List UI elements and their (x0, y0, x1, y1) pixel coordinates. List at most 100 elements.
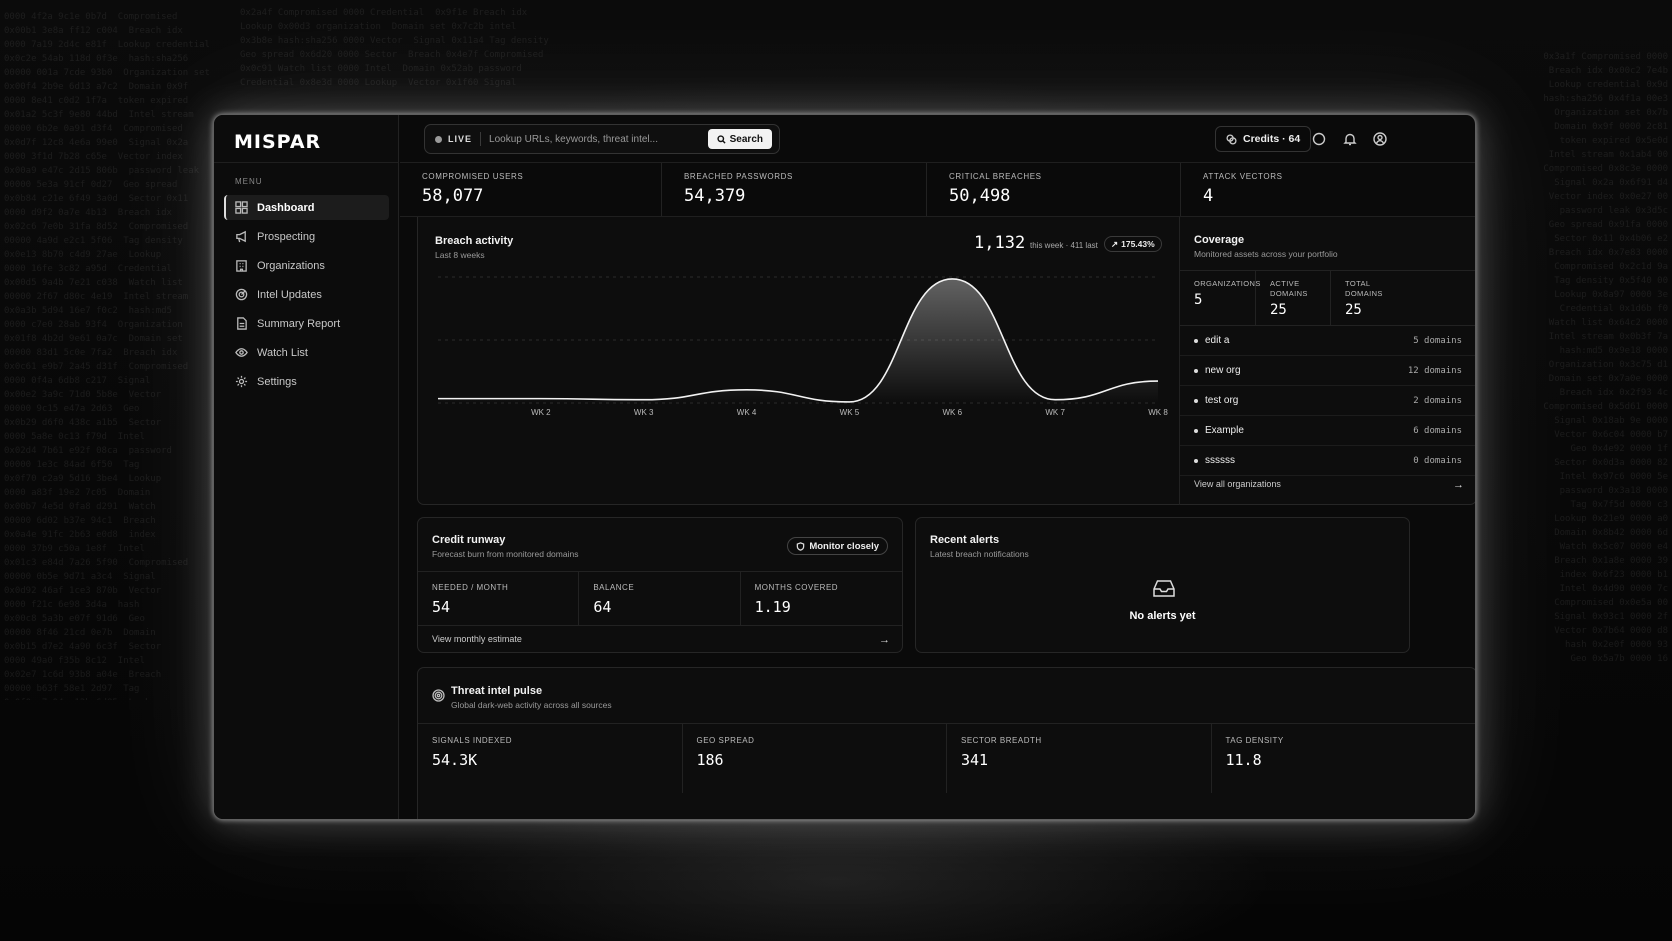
credit-runway-card: Credit runway Forecast burn from monitor… (417, 517, 903, 653)
bullet-icon (1194, 428, 1198, 433)
org-name: test org (1194, 395, 1238, 406)
sidebar-item-watch-list[interactable]: Watch List (224, 340, 389, 365)
credit-runway-title: Credit runway (432, 534, 506, 546)
metric-value: 1.19 (754, 598, 791, 616)
sidebar-item-organizations[interactable]: Organizations (224, 253, 389, 278)
coverage-header: Coverage Monitored assets across your po… (1194, 234, 1338, 259)
org-row[interactable]: test org 2 domains (1180, 386, 1475, 416)
org-row[interactable]: new org 12 domains (1180, 356, 1475, 386)
logo-divider (214, 162, 398, 163)
coverage-subtitle: Monitored assets across your portfolio (1194, 249, 1338, 259)
search-button[interactable]: Search (707, 129, 772, 149)
search-button-label: Search (729, 133, 763, 145)
coins-icon (1226, 133, 1237, 145)
sidebar-item-label: Dashboard (257, 201, 315, 214)
metric-value: 186 (696, 751, 724, 769)
sidebar-item-settings[interactable]: Settings (224, 369, 389, 394)
metric-label: NEEDED / MONTH (432, 583, 509, 592)
organization-list: edit a 5 domains new org 12 domains test… (1180, 326, 1475, 476)
org-domain-count: 5 domains (1413, 335, 1462, 346)
sidebar-item-summary-report[interactable]: Summary Report (224, 311, 389, 336)
org-name: new org (1194, 365, 1241, 376)
coverage-metric-active-domains: ACTIVE DOMAINS 25 (1256, 271, 1331, 325)
inbox-icon (1152, 578, 1176, 598)
monthly-estimate-label: View monthly estimate (432, 634, 522, 644)
app-logo[interactable]: MISPAR (234, 131, 321, 153)
sidebar-item-label: Summary Report (257, 317, 341, 330)
coverage-panel: Coverage Monitored assets across your po… (1180, 217, 1475, 505)
threat-pulse-subtitle: Global dark-web activity across all sour… (451, 700, 612, 710)
credits-button[interactable]: Credits · 64 (1215, 126, 1312, 152)
grid-icon (234, 201, 248, 215)
view-all-organizations-link[interactable]: View all organizations → (1194, 479, 1464, 491)
bullet-icon (1194, 458, 1198, 463)
stat-value: 4 (1203, 186, 1214, 206)
metric-label: GEO SPREAD (696, 736, 755, 745)
breach-chart-panel: Breach activity Last 8 weeks 1,132 this … (418, 217, 1180, 505)
coverage-metric-label: TOTAL DOMAINS (1345, 279, 1383, 298)
org-row[interactable]: ssssss 0 domains (1180, 446, 1475, 476)
org-name-text: edit a (1205, 335, 1230, 346)
stat-label: COMPROMISED USERS (422, 172, 524, 181)
search-bar: LIVE Search (424, 124, 780, 154)
x-tick-label: WK 6 (943, 408, 963, 417)
metric-value: 11.8 (1225, 751, 1262, 769)
background-scene: 0000 4f2a 9c1e 0b7d Compromised 0x00b1 3… (0, 0, 1672, 941)
coverage-metrics: ORGANIZATIONS 5 ACTIVE DOMAINS 25 TOTAL … (1180, 270, 1475, 326)
stat-label: CRITICAL BREACHES (949, 172, 1042, 181)
metric-tag-density: TAG DENSITY 11.8 (1212, 724, 1476, 793)
metric-value: 64 (593, 598, 612, 616)
org-name-text: Example (1205, 425, 1244, 436)
sidebar-item-dashboard[interactable]: Dashboard (224, 195, 389, 220)
recent-alerts-title: Recent alerts (930, 534, 1000, 546)
org-name-text: ssssss (1205, 455, 1235, 466)
bullet-icon (1194, 368, 1198, 373)
stat-value: 54,379 (684, 186, 746, 206)
x-tick-label: WK 4 (737, 408, 757, 417)
stats-row: COMPROMISED USERS 58,077 BREACHED PASSWO… (400, 163, 1475, 217)
sidebar-item-intel-updates[interactable]: Intel Updates (224, 282, 389, 307)
shield-icon (797, 541, 805, 551)
status-circle-icon[interactable] (1309, 129, 1329, 149)
metric-signals-indexed: SIGNALS INDEXED 54.3K (418, 724, 683, 793)
view-monthly-estimate-link[interactable]: View monthly estimate → (432, 634, 890, 646)
org-name: ssssss (1194, 455, 1235, 466)
bell-icon[interactable] (1340, 129, 1360, 149)
x-tick-label: WK 2 (531, 408, 551, 417)
x-tick-label: WK 7 (1045, 408, 1065, 417)
live-indicator-dot (435, 135, 442, 143)
threat-intel-pulse-card: Threat intel pulse Global dark-web activ… (417, 667, 1476, 819)
coverage-metric-label: ORGANIZATIONS (1194, 279, 1261, 288)
org-domain-count: 0 domains (1413, 455, 1462, 466)
stat-breached-passwords: BREACHED PASSWORDS 54,379 (662, 163, 927, 216)
x-tick-label: WK 3 (634, 408, 654, 417)
sidebar-item-prospecting[interactable]: Prospecting (224, 224, 389, 249)
search-input[interactable] (489, 133, 705, 145)
org-domain-count: 12 domains (1407, 365, 1462, 376)
stat-value: 50,498 (949, 186, 1011, 206)
view-all-label: View all organizations (1194, 479, 1281, 489)
gear-icon (234, 375, 248, 389)
sidebar-item-label: Prospecting (257, 230, 316, 243)
stat-critical-breaches: CRITICAL BREACHES 50,498 (927, 163, 1181, 216)
breach-activity-card: Breach activity Last 8 weeks 1,132 this … (417, 217, 1475, 505)
metric-label: BALANCE (593, 583, 635, 592)
bullet-icon (1194, 338, 1198, 343)
metric-value: 54.3K (432, 751, 478, 769)
monitor-closely-badge: Monitor closely (787, 537, 888, 555)
stat-label: BREACHED PASSWORDS (684, 172, 793, 181)
x-tick-label: WK 5 (840, 408, 860, 417)
coverage-metric-label: ACTIVE DOMAINS (1270, 279, 1308, 298)
sidebar-item-label: Watch List (257, 346, 308, 359)
no-alerts-message: No alerts yet (1129, 610, 1196, 622)
search-icon (717, 134, 726, 144)
org-row[interactable]: Example 6 domains (1180, 416, 1475, 446)
metric-needed-per-month: NEEDED / MONTH 54 (418, 572, 580, 625)
decorative-code-left: 0000 4f2a 9c1e 0b7d Compromised 0x00b1 3… (4, 12, 209, 700)
credit-runway-metrics: NEEDED / MONTH 54 BALANCE 64 MONTHS COVE… (418, 571, 902, 626)
org-row[interactable]: edit a 5 domains (1180, 326, 1475, 356)
org-name-text: test org (1205, 395, 1239, 406)
coverage-metric-organizations: ORGANIZATIONS 5 (1180, 271, 1261, 325)
user-avatar-icon[interactable] (1370, 129, 1390, 149)
chart-area-fill (438, 278, 1158, 403)
